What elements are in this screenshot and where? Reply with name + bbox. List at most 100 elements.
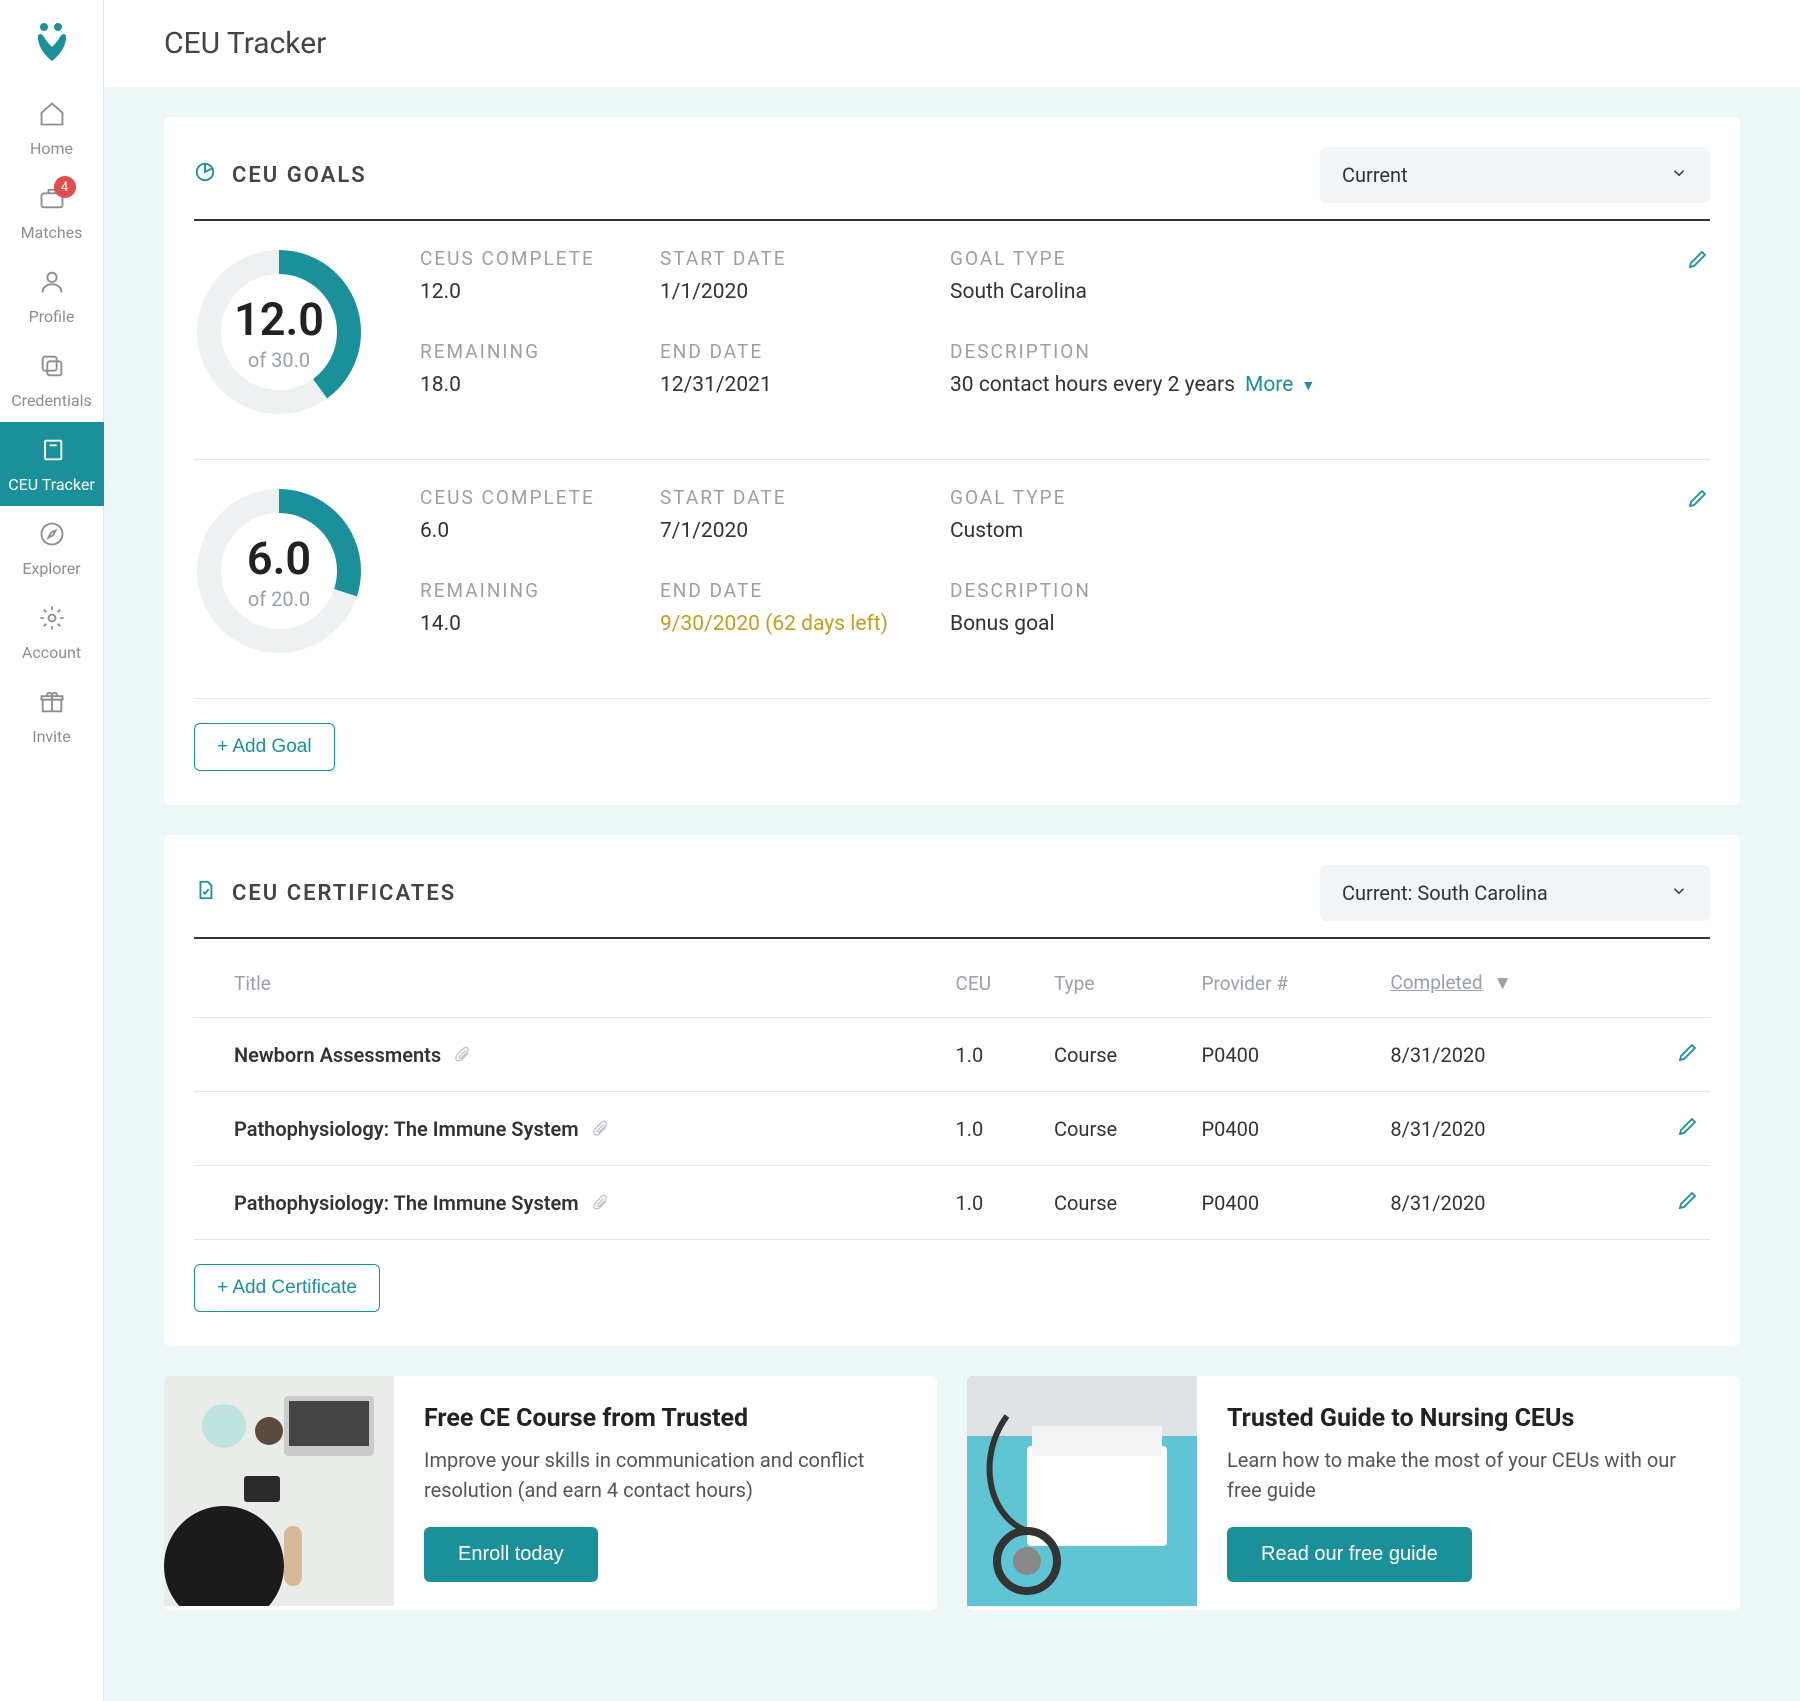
sidebar-item-invite[interactable]: Invite <box>0 674 104 758</box>
value-end-date: 12/31/2021 <box>660 373 940 397</box>
label-end-date: END DATE <box>660 579 940 602</box>
label-description: DESCRIPTION <box>950 340 1710 363</box>
cert-ceu: 1.0 <box>946 1166 1044 1240</box>
donut-value: 6.0 <box>247 532 311 585</box>
label-goal-type: GOAL TYPE <box>950 486 1710 509</box>
value-description: 30 contact hours every 2 yearsMore ▼ <box>950 373 1710 397</box>
add-goal-button[interactable]: + Add Goal <box>194 723 335 771</box>
sidebar-item-label: Home <box>30 139 73 158</box>
gift-icon <box>38 688 66 721</box>
goal-row: 6.0 of 20.0 CEUS COMPLETE 6.0 REMAINING … <box>194 460 1710 699</box>
sidebar-item-explorer[interactable]: Explorer <box>0 506 104 590</box>
cert-ceu: 1.0 <box>946 1018 1044 1092</box>
col-provider: Provider # <box>1192 949 1381 1018</box>
goals-filter-select[interactable]: Current <box>1320 147 1710 203</box>
sidebar-item-ceu-tracker[interactable]: CEU Tracker <box>0 422 104 506</box>
cert-title: Newborn Assessments <box>234 1043 441 1067</box>
progress-donut: 6.0 of 20.0 <box>194 486 364 656</box>
edit-cert-button[interactable] <box>1676 1045 1700 1069</box>
col-ceu: CEU <box>946 949 1044 1018</box>
donut-of: of 20.0 <box>247 587 311 611</box>
file-check-icon <box>194 879 216 907</box>
label-remaining: REMAINING <box>420 340 650 363</box>
value-start-date: 7/1/2020 <box>660 519 940 543</box>
promo-title: Trusted Guide to Nursing CEUs <box>1227 1404 1710 1433</box>
caret-down-icon: ▼ <box>1493 971 1512 994</box>
attachment-icon <box>454 1047 470 1066</box>
promo-title: Free CE Course from Trusted <box>424 1404 907 1433</box>
donut-value: 12.0 <box>234 293 324 346</box>
label-description: DESCRIPTION <box>950 579 1710 602</box>
value-goal-type: South Carolina <box>950 280 1710 304</box>
compass-icon <box>38 520 66 553</box>
cert-provider: P0400 <box>1192 1092 1381 1166</box>
promo-image <box>164 1376 394 1606</box>
progress-donut: 12.0 of 30.0 <box>194 247 364 417</box>
sidebar-item-label: Credentials <box>11 391 92 410</box>
sidebar-item-label: Invite <box>32 727 71 746</box>
sidebar-item-matches[interactable]: 4 Matches <box>0 170 104 254</box>
value-remaining: 14.0 <box>420 612 650 636</box>
table-row: Pathophysiology: The Immune System 1.0 C… <box>194 1092 1710 1166</box>
promo-card: Trusted Guide to Nursing CEUs Learn how … <box>967 1376 1740 1610</box>
cert-ceu: 1.0 <box>946 1092 1044 1166</box>
promo-description: Improve your skills in communication and… <box>424 1445 907 1505</box>
sidebar-item-label: CEU Tracker <box>8 475 95 494</box>
promo-description: Learn how to make the most of your CEUs … <box>1227 1445 1710 1505</box>
cert-provider: P0400 <box>1192 1166 1381 1240</box>
value-goal-type: Custom <box>950 519 1710 543</box>
user-icon <box>38 268 66 301</box>
promo-cta-button[interactable]: Read our free guide <box>1227 1527 1472 1582</box>
cert-completed: 8/31/2020 <box>1380 1092 1632 1166</box>
col-title: Title <box>194 949 946 1018</box>
label-start-date: START DATE <box>660 486 940 509</box>
add-certificate-button[interactable]: + Add Certificate <box>194 1264 380 1312</box>
table-row: Pathophysiology: The Immune System 1.0 C… <box>194 1166 1710 1240</box>
value-ceus-complete: 12.0 <box>420 280 650 304</box>
cert-title: Pathophysiology: The Immune System <box>234 1117 579 1141</box>
book-icon <box>38 436 66 469</box>
cert-completed: 8/31/2020 <box>1380 1018 1632 1092</box>
edit-goal-button[interactable] <box>1686 486 1710 515</box>
table-row: Newborn Assessments 1.0 Course P0400 8/3… <box>194 1018 1710 1092</box>
value-end-date: 9/30/2020 (62 days left) <box>660 612 940 636</box>
value-description: Bonus goal <box>950 612 1710 636</box>
pie-icon <box>194 161 216 189</box>
chevron-down-icon <box>1670 881 1688 905</box>
value-ceus-complete: 6.0 <box>420 519 650 543</box>
sidebar-item-label: Profile <box>29 307 75 326</box>
copy-icon <box>38 352 66 385</box>
value-start-date: 1/1/2020 <box>660 280 940 304</box>
sidebar-item-label: Account <box>22 643 81 662</box>
sidebar-item-label: Explorer <box>22 559 80 578</box>
app-logo <box>0 0 104 86</box>
edit-cert-button[interactable] <box>1676 1119 1700 1143</box>
donut-of: of 30.0 <box>234 348 324 372</box>
label-end-date: END DATE <box>660 340 940 363</box>
sidebar-item-profile[interactable]: Profile <box>0 254 104 338</box>
sidebar-item-account[interactable]: Account <box>0 590 104 674</box>
ceu-goals-card: CEU GOALS Current 12.0 of 30.0 <box>164 117 1740 805</box>
card-title-certs: CEU CERTIFICATES <box>194 879 456 907</box>
label-start-date: START DATE <box>660 247 940 270</box>
promo-image <box>967 1376 1197 1606</box>
label-ceus-complete: CEUS COMPLETE <box>420 486 650 509</box>
caret-down-icon: ▼ <box>1301 377 1315 394</box>
col-completed[interactable]: Completed ▼ <box>1380 949 1632 1018</box>
sidebar-item-home[interactable]: Home <box>0 86 104 170</box>
edit-cert-button[interactable] <box>1676 1193 1700 1217</box>
page-title: CEU Tracker <box>104 0 1800 87</box>
certificates-table: Title CEU Type Provider # Completed ▼ Ne… <box>194 949 1710 1240</box>
cert-completed: 8/31/2020 <box>1380 1166 1632 1240</box>
cert-title: Pathophysiology: The Immune System <box>234 1191 579 1215</box>
promo-cta-button[interactable]: Enroll today <box>424 1527 598 1582</box>
attachment-icon <box>592 1195 608 1214</box>
certs-filter-select[interactable]: Current: South Carolina <box>1320 865 1710 921</box>
label-remaining: REMAINING <box>420 579 650 602</box>
edit-goal-button[interactable] <box>1686 247 1710 276</box>
sidebar-item-credentials[interactable]: Credentials <box>0 338 104 422</box>
more-link[interactable]: More ▼ <box>1245 373 1315 397</box>
label-ceus-complete: CEUS COMPLETE <box>420 247 650 270</box>
chevron-down-icon <box>1670 163 1688 187</box>
cert-type: Course <box>1044 1018 1192 1092</box>
